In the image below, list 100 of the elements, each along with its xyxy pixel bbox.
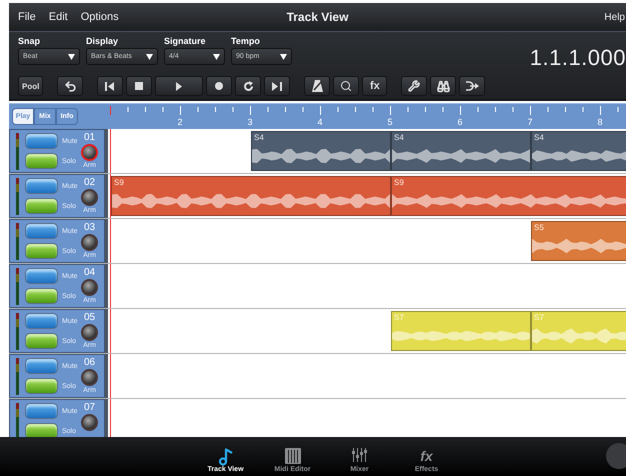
record-icon — [215, 82, 224, 90]
level-meter-icon — [16, 132, 19, 170]
level-meter-icon — [16, 358, 19, 394]
clip-label: S9 — [394, 178, 404, 187]
arm-knob[interactable] — [81, 414, 98, 431]
stop-button[interactable] — [126, 76, 152, 96]
fx-icon: fx — [420, 448, 433, 466]
metronome-button[interactable] — [304, 76, 330, 96]
dropdown-label: Snap — [18, 36, 42, 46]
split-arrow-icon — [465, 81, 480, 91]
level-meter-icon — [16, 402, 19, 437]
bar-number: 5 — [388, 117, 392, 127]
clip-label: S5 — [534, 223, 544, 232]
binoculars-icon — [436, 80, 450, 92]
piano-keys-icon — [284, 448, 300, 464]
loop-icon — [242, 80, 254, 92]
solo-toggle-icon — [25, 153, 58, 169]
level-meter-icon — [16, 222, 19, 260]
caret-icon — [280, 54, 287, 60]
mute-toggle-icon — [25, 313, 58, 329]
mixer-sliders-icon — [352, 448, 368, 462]
solo-toggle-icon — [25, 423, 58, 437]
solo-toggle-icon — [25, 243, 58, 259]
binoculars-button[interactable] — [430, 76, 456, 96]
zoom-button[interactable] — [333, 76, 360, 96]
search-icon — [340, 80, 352, 92]
dropdown-label: Tempo — [231, 36, 261, 46]
arm-knob[interactable] — [81, 234, 98, 251]
audio-clip[interactable]: S4 — [251, 131, 391, 171]
bar-number: 6 — [458, 117, 462, 127]
menu-item[interactable]: File — [18, 11, 36, 23]
caret-icon — [213, 54, 220, 60]
arm-knob[interactable] — [81, 279, 98, 296]
arm-knob[interactable] — [81, 144, 98, 161]
position-display: 1.1.1.000 — [530, 45, 626, 71]
level-meter-icon — [16, 312, 19, 350]
play-button[interactable] — [155, 76, 204, 96]
caret-icon — [68, 54, 75, 60]
rewind-icon — [105, 82, 116, 90]
bar-number: 2 — [178, 117, 182, 127]
arm-knob[interactable] — [81, 189, 98, 206]
level-meter-icon — [16, 178, 19, 214]
dropdown-label: Display — [86, 36, 120, 46]
track-number: 02 — [84, 177, 96, 188]
loop-button[interactable] — [235, 76, 262, 96]
dropdown-label: Signature — [164, 36, 207, 46]
audio-clip[interactable]: S5 — [531, 221, 626, 261]
clip-label: S7 — [534, 313, 544, 322]
undo-button[interactable] — [57, 76, 84, 96]
audio-clip[interactable]: S9 — [391, 176, 626, 216]
music-note-icon — [216, 448, 234, 466]
track-number: 01 — [84, 132, 96, 143]
forward-icon — [272, 82, 282, 90]
solo-toggle-icon — [25, 333, 58, 349]
audio-clip[interactable]: S4 — [391, 131, 531, 171]
clip-label: S4 — [394, 133, 404, 142]
solo-toggle-icon — [25, 378, 58, 394]
clip-label: S7 — [394, 313, 404, 322]
audio-clip[interactable]: S9 — [111, 176, 391, 216]
play-icon — [176, 82, 182, 90]
mute-toggle-icon — [25, 133, 58, 149]
solo-toggle-icon — [25, 198, 58, 214]
audio-clip[interactable]: S4 — [531, 131, 626, 171]
clip-label: S4 — [534, 133, 544, 142]
track-number: 07 — [84, 402, 96, 413]
record-button[interactable] — [206, 76, 232, 96]
mute-toggle-icon — [25, 178, 58, 194]
pool-button[interactable]: Pool — [18, 76, 44, 96]
route-button[interactable] — [459, 76, 486, 96]
metronome-icon — [312, 80, 323, 92]
track-number: 03 — [84, 222, 96, 233]
menu-item[interactable]: Options — [80, 11, 119, 23]
bar-number: 4 — [318, 117, 322, 127]
rewind-button[interactable] — [97, 76, 124, 96]
arm-knob[interactable] — [81, 324, 98, 341]
solo-toggle-icon — [25, 288, 58, 304]
track-number: 04 — [84, 267, 96, 278]
effects-button[interactable]: fx — [362, 76, 388, 96]
caret-icon — [146, 54, 153, 60]
bar-number: 8 — [598, 117, 602, 127]
forward-button[interactable] — [264, 76, 290, 96]
mute-toggle-icon — [25, 358, 58, 374]
arm-knob[interactable] — [81, 369, 98, 386]
stop-icon — [135, 82, 144, 90]
menu-item[interactable]: Edit — [48, 11, 68, 23]
track-number: 06 — [84, 357, 96, 368]
undo-icon — [64, 80, 77, 92]
wrench-icon — [408, 80, 420, 92]
mute-toggle-icon — [25, 268, 58, 284]
wrench-button[interactable] — [401, 76, 428, 96]
mute-toggle-icon — [25, 403, 58, 419]
clip-label: S4 — [254, 133, 264, 142]
clip-label: S9 — [114, 178, 124, 187]
track-number: 05 — [84, 312, 96, 323]
menu-item[interactable]: Help — [604, 12, 625, 22]
bar-number: 7 — [528, 117, 532, 127]
bar-number: 3 — [248, 117, 252, 127]
level-meter-icon — [16, 268, 19, 304]
window-title: Track View — [286, 10, 348, 24]
mute-toggle-icon — [25, 223, 58, 239]
